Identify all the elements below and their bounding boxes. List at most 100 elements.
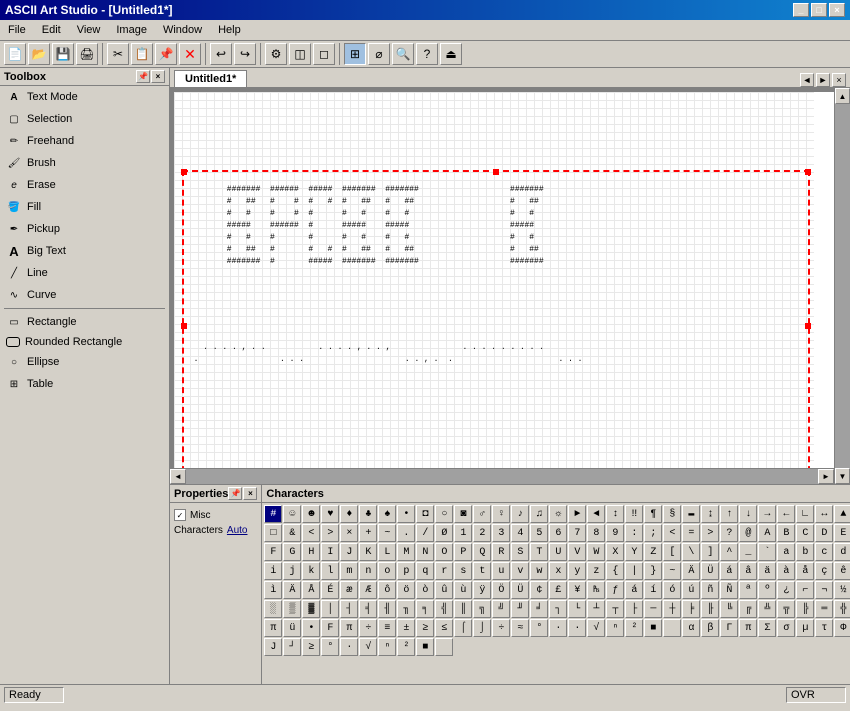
char-cell[interactable]: ç: [815, 562, 833, 580]
char-cell[interactable]: Å: [302, 581, 320, 599]
char-cell[interactable]: ♪: [511, 505, 529, 523]
scroll-right-btn[interactable]: ►: [818, 469, 834, 484]
char-cell[interactable]: ²: [625, 619, 643, 637]
handle-tr[interactable]: [805, 169, 811, 175]
char-cell[interactable]: y: [568, 562, 586, 580]
menu-help[interactable]: Help: [210, 22, 249, 38]
char-cell[interactable]: [: [663, 543, 681, 561]
char-cell[interactable]: J: [264, 638, 282, 656]
char-cell[interactable]: ╚: [720, 600, 738, 618]
handle-mr[interactable]: [805, 323, 811, 329]
char-cell[interactable]: √: [359, 638, 377, 656]
char-cell[interactable]: <: [302, 524, 320, 542]
char-cell[interactable]: C: [796, 524, 814, 542]
char-cell[interactable]: §: [663, 505, 681, 523]
tool-text-mode[interactable]: A Text Mode: [0, 86, 169, 108]
char-cell[interactable]: σ: [777, 619, 795, 637]
lasso-button[interactable]: ⌀: [368, 43, 390, 65]
char-cell[interactable]: k: [302, 562, 320, 580]
char-cell[interactable]: °: [321, 638, 339, 656]
char-cell[interactable]: ≥: [302, 638, 320, 656]
char-cell[interactable]: r: [435, 562, 453, 580]
grid-button[interactable]: ⊞: [344, 43, 366, 65]
char-cell[interactable]: ◄: [587, 505, 605, 523]
char-cell[interactable]: ╢: [378, 600, 396, 618]
paste-button[interactable]: 📌: [155, 43, 177, 65]
char-cell[interactable]: #: [264, 505, 282, 523]
char-cell[interactable]: c: [815, 543, 833, 561]
char-cell[interactable]: ♥: [321, 505, 339, 523]
char-cell[interactable]: ╩: [758, 600, 776, 618]
delete-button[interactable]: ✕: [179, 43, 201, 65]
char-cell[interactable]: D: [815, 524, 833, 542]
char-cell[interactable]: ⁿ: [606, 619, 624, 637]
tool-selection[interactable]: ▢ Selection: [0, 108, 169, 130]
char-cell[interactable]: ]: [701, 543, 719, 561]
char-cell[interactable]: T: [530, 543, 548, 561]
char-cell[interactable]: ╝: [492, 600, 510, 618]
char-cell[interactable]: <: [663, 524, 681, 542]
char-cell[interactable]: ■: [416, 638, 434, 656]
menu-edit[interactable]: Edit: [34, 22, 69, 38]
char-cell[interactable]: U: [549, 543, 567, 561]
menu-view[interactable]: View: [69, 22, 109, 38]
char-cell[interactable]: >: [321, 524, 339, 542]
save-button[interactable]: 💾: [52, 43, 74, 65]
char-cell[interactable]: ½: [834, 581, 850, 599]
char-cell[interactable]: @: [739, 524, 757, 542]
char-cell[interactable]: ╔: [739, 600, 757, 618]
char-cell[interactable]: ↔: [815, 505, 833, 523]
char-cell[interactable]: F: [321, 619, 339, 637]
char-cell[interactable]: π: [264, 619, 282, 637]
char-cell[interactable]: □: [264, 524, 282, 542]
char-cell[interactable]: ◙: [454, 505, 472, 523]
tool1-button[interactable]: ◫: [289, 43, 311, 65]
char-cell[interactable]: K: [359, 543, 377, 561]
tool-freehand[interactable]: ✏ Freehand: [0, 130, 169, 152]
char-cell[interactable]: ì: [264, 581, 282, 599]
char-cell[interactable]: ┬: [606, 600, 624, 618]
char-cell[interactable]: ·: [340, 638, 358, 656]
char-cell[interactable]: ▲: [834, 505, 850, 523]
char-cell[interactable]: ♫: [530, 505, 548, 523]
char-cell[interactable]: P: [454, 543, 472, 561]
tool-rounded-rectangle[interactable]: Rounded Rectangle: [0, 333, 169, 351]
char-cell[interactable]: °: [530, 619, 548, 637]
char-cell[interactable]: 1: [454, 524, 472, 542]
char-cell[interactable]: ┐: [549, 600, 567, 618]
char-cell[interactable]: ¥: [568, 581, 586, 599]
char-cell[interactable]: z: [587, 562, 605, 580]
char-cell[interactable]: ⌠: [454, 619, 472, 637]
char-cell[interactable]: ░: [264, 600, 282, 618]
char-cell[interactable]: w: [530, 562, 548, 580]
char-cell[interactable]: x: [549, 562, 567, 580]
char-cell[interactable]: ∟: [796, 505, 814, 523]
char-cell[interactable]: q: [416, 562, 434, 580]
exit-button[interactable]: ⏏: [440, 43, 462, 65]
help-button[interactable]: ?: [416, 43, 438, 65]
char-cell[interactable]: E: [834, 524, 850, 542]
char-cell[interactable]: ¿: [777, 581, 795, 599]
zoom-button[interactable]: 🔍: [392, 43, 414, 65]
char-cell[interactable]: ^: [720, 543, 738, 561]
menu-file[interactable]: File: [0, 22, 34, 38]
char-cell[interactable]: Φ: [834, 619, 850, 637]
char-cell[interactable]: :: [625, 524, 643, 542]
char-cell[interactable]: m: [340, 562, 358, 580]
char-cell[interactable]: ≈: [511, 619, 529, 637]
char-cell[interactable]: ÷: [359, 619, 377, 637]
tool-line[interactable]: ╱ Line: [0, 262, 169, 284]
char-cell[interactable]: _: [739, 543, 757, 561]
char-cell[interactable]: ⌐: [796, 581, 814, 599]
char-cell[interactable]: ⌡: [473, 619, 491, 637]
maximize-button[interactable]: □: [811, 3, 827, 17]
char-cell[interactable]: ƒ: [606, 581, 624, 599]
char-cell[interactable]: }: [644, 562, 662, 580]
tool-ellipse[interactable]: ○ Ellipse: [0, 351, 169, 373]
char-cell[interactable]: X: [606, 543, 624, 561]
char-cell[interactable]: ←: [777, 505, 795, 523]
char-cell[interactable]: É: [321, 581, 339, 599]
char-cell[interactable]: ◘: [416, 505, 434, 523]
char-cell[interactable]: L: [378, 543, 396, 561]
char-cell[interactable]: |: [625, 562, 643, 580]
